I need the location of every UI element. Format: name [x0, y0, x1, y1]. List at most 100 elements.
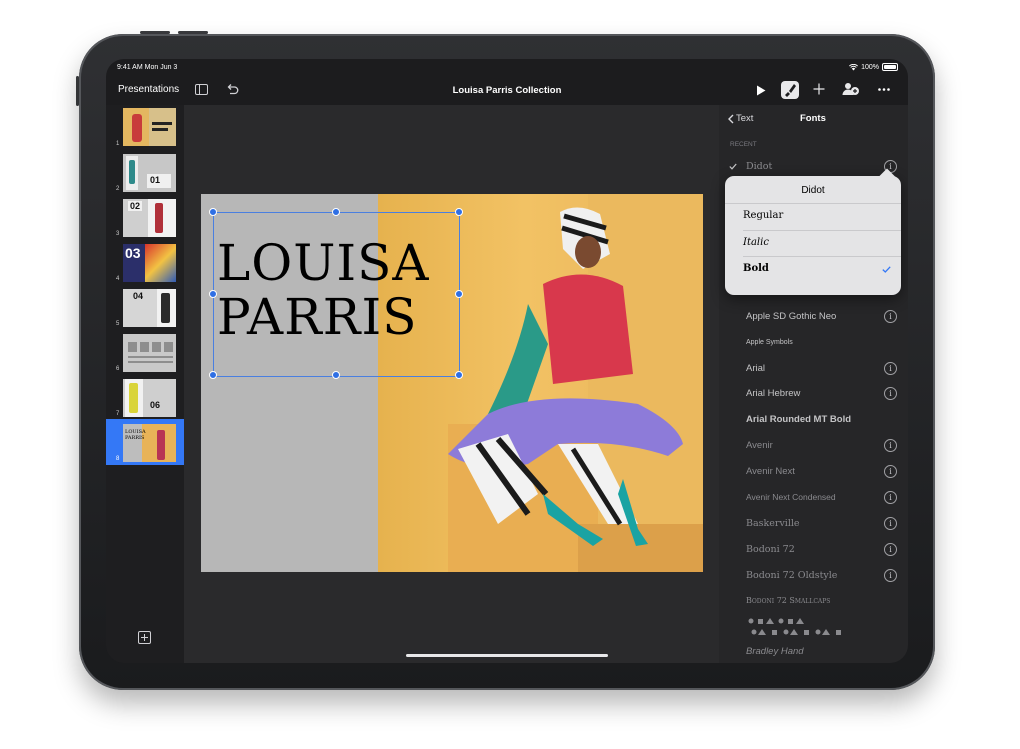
slide-number: 5 [116, 321, 120, 327]
dingbats-font-preview-icon [748, 618, 841, 635]
toolbar: Presentations Louisa Parris Collection [106, 77, 908, 105]
font-name: Bodoni 72 [746, 544, 795, 555]
font-row[interactable]: Bodoni 72 Smallcaps [719, 591, 908, 613]
slide-number: 3 [116, 231, 120, 237]
slide-thumbnail-8[interactable]: LOUISA PARRIS [123, 424, 176, 462]
font-name: Bodoni 72 Oldstyle [746, 570, 838, 581]
text-selection-box[interactable] [213, 212, 460, 377]
resize-handle[interactable] [455, 371, 463, 379]
slide-thumbnail-4[interactable]: 03 [123, 244, 176, 282]
slide-thumbnail-label: 04 [133, 291, 144, 301]
resize-handle[interactable] [455, 290, 463, 298]
font-row[interactable]: Apple Symbols [719, 332, 908, 354]
fonts-panel-title: Fonts [800, 113, 826, 124]
resize-handle[interactable] [209, 208, 217, 216]
sidebar-toggle-icon[interactable] [195, 84, 208, 95]
typeface-label: Italic [743, 237, 769, 248]
typeface-option-bold[interactable]: Bold [725, 257, 901, 283]
slide-number: 6 [116, 366, 120, 372]
font-name: Arial Rounded MT Bold [746, 414, 852, 425]
collaborate-icon[interactable] [842, 82, 860, 96]
slide-number: 4 [116, 276, 120, 282]
font-row[interactable]: Avenir i [719, 435, 908, 457]
chevron-left-icon [728, 114, 734, 123]
slide-number: 1 [116, 141, 120, 147]
add-icon[interactable] [813, 83, 825, 95]
font-row[interactable]: Bodoni 72 Oldstyle i [719, 565, 908, 587]
format-brush-button[interactable] [781, 81, 799, 99]
resize-handle[interactable] [332, 371, 340, 379]
slide-thumbnail-3[interactable]: 02 [123, 199, 176, 237]
font-row[interactable]: Bradley Hand [719, 641, 908, 663]
resize-handle[interactable] [209, 290, 217, 298]
resize-handle[interactable] [209, 371, 217, 379]
slide-number: 7 [116, 411, 120, 417]
slide-thumbnail-7[interactable]: 06 [123, 379, 176, 417]
info-icon[interactable]: i [884, 491, 897, 504]
slide-thumbnail-label: 03 [125, 245, 141, 261]
font-row[interactable]: Arial Hebrew i [719, 383, 908, 405]
slide-canvas: LOUISA PARRIS [184, 105, 719, 663]
undo-icon[interactable] [226, 83, 239, 95]
paintbrush-icon [785, 84, 796, 97]
font-row[interactable]: Avenir Next Condensed i [719, 487, 908, 509]
info-icon[interactable]: i [884, 387, 897, 400]
presentations-button[interactable]: Presentations [118, 84, 179, 95]
slide-thumbnail-label: 02 [128, 201, 143, 211]
font-name: Bradley Hand [746, 646, 804, 657]
slide-thumbnail-6[interactable] [123, 334, 176, 372]
info-icon[interactable]: i [884, 439, 897, 452]
font-row[interactable]: Bodoni 72 i [719, 539, 908, 561]
typeface-option-regular[interactable]: Regular [725, 204, 901, 230]
checkmark-icon [729, 163, 737, 170]
slide-thumbnail-2[interactable]: 01 [123, 154, 176, 192]
slide-number: 8 [116, 456, 120, 462]
current-slide[interactable]: LOUISA PARRIS [201, 194, 703, 572]
font-name: Avenir Next Condensed [746, 492, 836, 502]
slide-navigator: 1 01 2 02 3 03 4 04 5 6 06 7 LOUISA PARR… [106, 105, 184, 663]
font-name: Baskerville [746, 518, 800, 529]
info-icon[interactable]: i [884, 543, 897, 556]
status-bar: 9:41 AM Mon Jun 3 100% [106, 59, 908, 77]
slide-thumbnail-1[interactable] [123, 108, 176, 146]
fonts-panel-header: Text Fonts [719, 105, 908, 133]
info-icon[interactable]: i [884, 569, 897, 582]
home-indicator[interactable] [406, 654, 608, 657]
info-icon[interactable]: i [884, 517, 897, 530]
font-name: Avenir Next [746, 466, 795, 477]
font-row[interactable]: Arial i [719, 358, 908, 380]
font-name: Apple Symbols [746, 339, 793, 346]
popover-title: Didot [801, 185, 825, 196]
ipad-screen: 9:41 AM Mon Jun 3 100% Presentations Lou… [106, 59, 908, 663]
more-icon[interactable] [878, 88, 890, 91]
font-name: Arial Hebrew [746, 388, 801, 399]
status-time: 9:41 AM Mon Jun 3 [117, 64, 178, 71]
resize-handle[interactable] [332, 208, 340, 216]
play-icon[interactable] [756, 85, 766, 96]
info-icon[interactable]: i [884, 310, 897, 323]
battery-indicator: 100% [849, 63, 898, 71]
slide-thumbnail-label: 01 [150, 175, 161, 185]
back-button[interactable]: Text [728, 113, 753, 124]
typeface-option-italic[interactable]: Italic [725, 231, 901, 257]
info-icon[interactable]: i [884, 362, 897, 375]
font-name: Arial [746, 363, 766, 374]
resize-handle[interactable] [455, 208, 463, 216]
typeface-label: Bold [743, 263, 769, 274]
battery-percent: 100% [861, 63, 879, 71]
slide-thumbnail-label: 06 [150, 400, 161, 410]
font-name: Avenir [746, 440, 773, 451]
font-row[interactable]: Arial Rounded MT Bold [719, 409, 908, 431]
slide-thumbnail-5[interactable]: 04 [123, 289, 176, 327]
font-row[interactable]: Apple SD Gothic Neo i [719, 306, 908, 328]
font-row[interactable]: Avenir Next i [719, 461, 908, 483]
battery-icon [882, 63, 898, 71]
font-name: Didot [746, 161, 773, 172]
info-icon[interactable]: i [884, 465, 897, 478]
font-name: Apple SD Gothic Neo [746, 311, 837, 322]
back-label: Text [736, 113, 754, 124]
add-slide-icon[interactable] [138, 631, 151, 644]
slide-thumbnail-label: LOUISA PARRIS [125, 429, 146, 441]
font-row[interactable]: Baskerville i [719, 513, 908, 535]
typeface-label: Regular [743, 210, 784, 221]
